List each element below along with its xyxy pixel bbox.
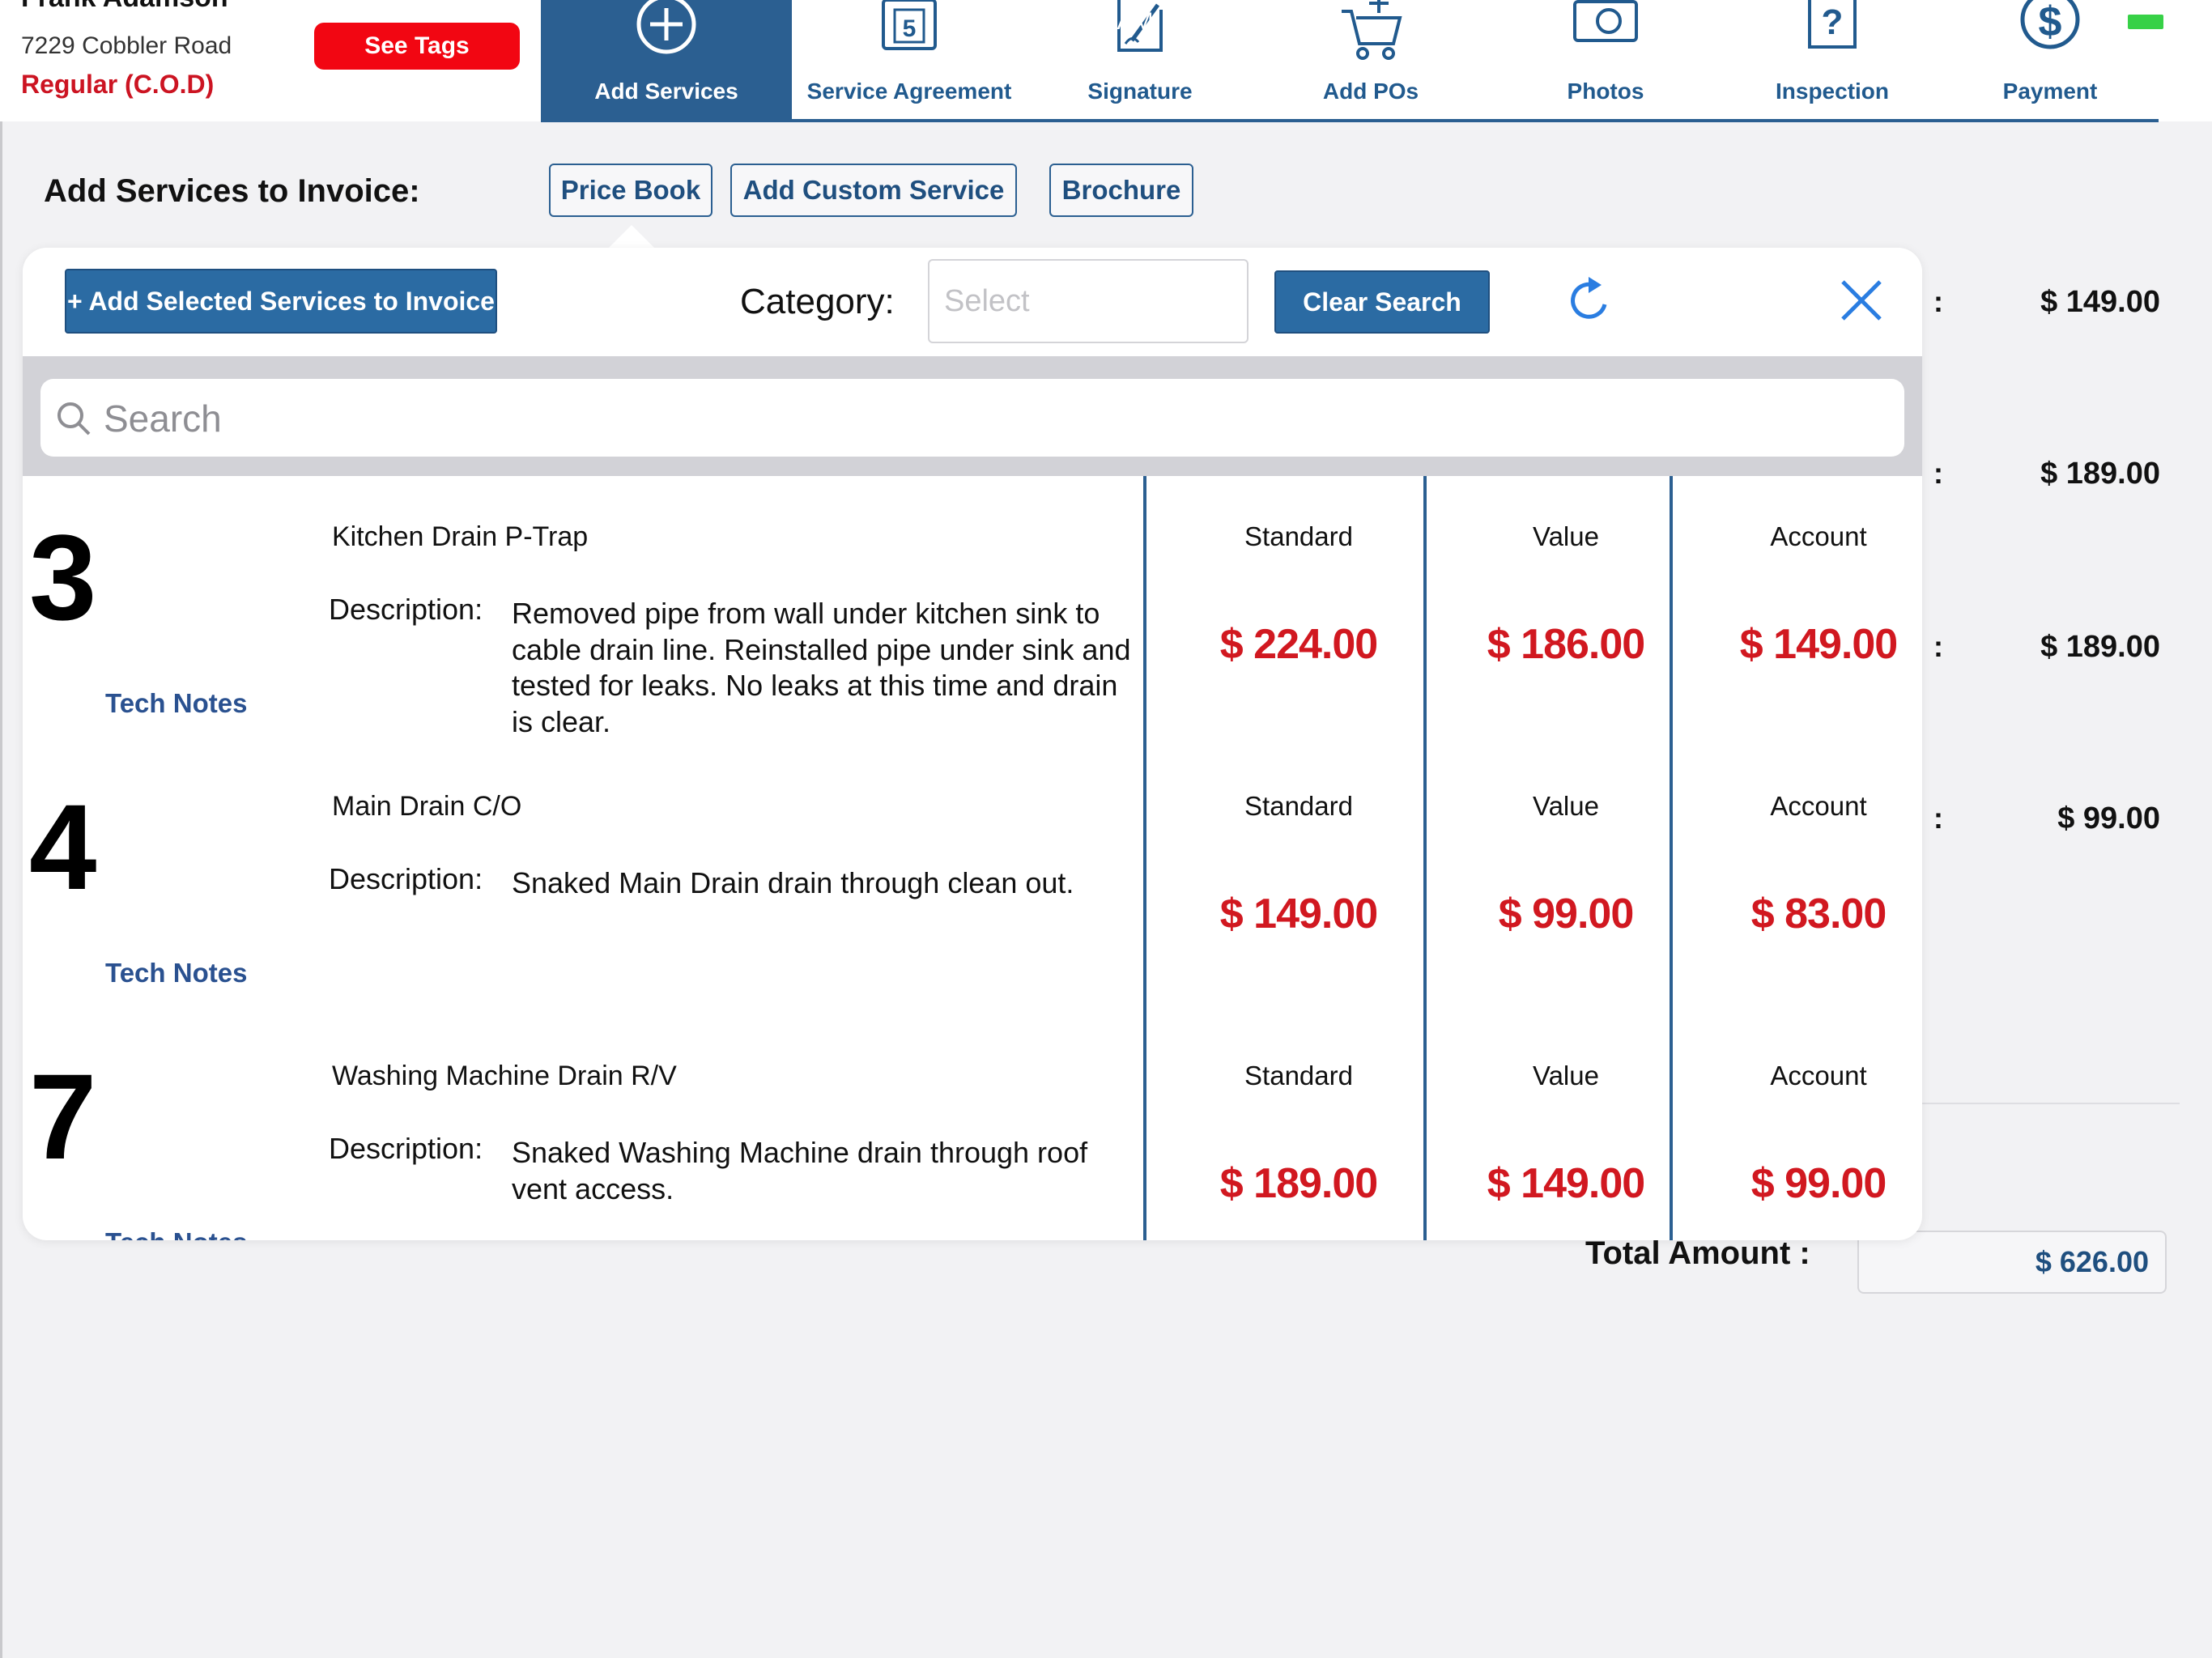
category-label: Category: <box>740 282 895 321</box>
tab-add-services[interactable]: Add Services <box>541 0 792 121</box>
close-icon[interactable] <box>1838 277 1885 324</box>
camera-icon <box>1573 0 1638 42</box>
value-tier-label: Value <box>1533 521 1599 551</box>
standard-tier-label: Standard <box>1244 791 1353 821</box>
account-tier-label: Account <box>1770 1061 1867 1090</box>
invoice-line-separator: : <box>1933 457 1943 490</box>
search-icon <box>57 402 91 436</box>
service-row[interactable]: 7 Tech Notes Washing Machine Drain R/V D… <box>23 1015 1922 1240</box>
value-tier-label: Value <box>1533 1061 1599 1090</box>
tab-label: Service Agreement <box>806 79 1012 104</box>
plus-circle-icon <box>636 0 696 54</box>
tech-notes-link[interactable]: Tech Notes <box>105 958 247 988</box>
tab-label: Inspection <box>1775 79 1889 104</box>
brochure-button[interactable]: Brochure <box>1049 164 1193 217</box>
svg-text:5: 5 <box>903 15 917 42</box>
customer-payment-terms: Regular (C.O.D) <box>21 70 215 99</box>
tech-notes-link[interactable]: Tech Notes <box>105 1227 247 1240</box>
description-label: Description: <box>329 1132 483 1165</box>
service-number: 3 <box>29 509 97 645</box>
popover-arrow <box>609 225 654 248</box>
search-box <box>40 379 1904 457</box>
account-price[interactable]: $ 99.00 <box>1697 1159 1922 1208</box>
invoice-line-separator: : <box>1933 630 1943 663</box>
cart-plus-icon <box>1342 0 1402 60</box>
clear-search-button[interactable]: Clear Search <box>1274 270 1490 334</box>
account-price[interactable]: $ 149.00 <box>1697 620 1922 669</box>
question-document-icon: ? <box>1808 0 1857 49</box>
search-bar-container <box>23 356 1922 476</box>
popover-toolbar: + Add Selected Services to Invoice Categ… <box>23 248 1922 356</box>
tab-label: Photos <box>1567 79 1644 104</box>
page-title: Add Services to Invoice: <box>44 173 420 209</box>
tab-inspection[interactable]: ? Inspection <box>1723 0 1942 121</box>
service-description: Snaked Washing Machine drain through roo… <box>512 1136 1088 1205</box>
invoice-line-price: $ 189.00 <box>2040 457 2160 491</box>
tab-add-pos[interactable]: Add POs <box>1253 0 1488 121</box>
price-book-button[interactable]: Price Book <box>549 164 713 217</box>
tech-notes-link[interactable]: Tech Notes <box>105 688 247 719</box>
account-tier-label: Account <box>1770 521 1867 551</box>
add-custom-service-button[interactable]: Add Custom Service <box>730 164 1017 217</box>
account-tier-label: Account <box>1770 791 1867 821</box>
svg-text:$: $ <box>2039 0 2062 45</box>
search-input[interactable] <box>102 387 1887 450</box>
description-label: Description: <box>329 593 483 626</box>
service-name: Kitchen Drain P-Trap <box>332 521 589 552</box>
account-price[interactable]: $ 83.00 <box>1697 890 1922 938</box>
service-name: Main Drain C/O <box>332 791 522 822</box>
agreement-document-icon: 5 <box>882 0 937 50</box>
dollar-circle-icon: $ <box>2020 0 2080 49</box>
category-select[interactable] <box>928 259 1249 343</box>
see-tags-button[interactable]: See Tags <box>314 23 520 70</box>
standard-price[interactable]: $ 189.00 <box>1177 1159 1420 1208</box>
value-tier-label: Value <box>1533 791 1599 821</box>
tab-service-agreement[interactable]: 5 Service Agreement <box>792 0 1027 121</box>
standard-tier-label: Standard <box>1244 1061 1353 1090</box>
customer-address: 7229 Cobbler Road <box>21 32 232 59</box>
standard-price[interactable]: $ 149.00 <box>1177 890 1420 938</box>
service-row[interactable]: 3 Tech Notes Kitchen Drain P-Trap Descri… <box>23 476 1922 746</box>
value-price[interactable]: $ 99.00 <box>1444 890 1687 938</box>
tab-label: Add Services <box>594 79 738 104</box>
tab-label: Signature <box>1087 79 1193 104</box>
description-label: Description: <box>329 862 483 895</box>
tab-bar-underline <box>541 119 2159 122</box>
tab-label: Payment <box>2002 79 2098 104</box>
invoice-line-separator: : <box>1933 801 1943 835</box>
tab-photos[interactable]: Photos <box>1488 0 1723 121</box>
svg-text:?: ? <box>1822 2 1844 42</box>
workflow-tab-bar: Add Services 5 Service Agreement Signatu… <box>541 0 2159 121</box>
total-amount-label: Total Amount : <box>1585 1235 1810 1271</box>
service-name: Washing Machine Drain R/V <box>332 1061 677 1091</box>
refresh-icon[interactable] <box>1561 272 1618 329</box>
value-price[interactable]: $ 149.00 <box>1444 1159 1687 1208</box>
service-description: Removed pipe from wall under kitchen sin… <box>512 597 1131 738</box>
service-row[interactable]: 4 Tech Notes Main Drain C/O Description:… <box>23 746 1922 1015</box>
tab-payment[interactable]: $ Payment <box>1942 0 2159 121</box>
tab-label: Add POs <box>1322 79 1419 104</box>
service-number: 4 <box>29 779 97 915</box>
standard-tier-label: Standard <box>1244 521 1353 551</box>
standard-price[interactable]: $ 224.00 <box>1177 620 1420 669</box>
left-edge-divider <box>0 121 2 1658</box>
invoice-line-price: $ 99.00 <box>2057 801 2160 835</box>
invoice-line-price: $ 189.00 <box>2040 630 2160 664</box>
status-carrier: Verizon <box>21 8 91 32</box>
price-book-popover: + Add Selected Services to Invoice Categ… <box>23 248 1922 1240</box>
service-number: 7 <box>29 1048 97 1184</box>
invoice-divider <box>1921 1103 2180 1104</box>
service-description: Snaked Main Drain drain through clean ou… <box>512 866 1074 899</box>
invoice-line-price: $ 149.00 <box>2040 285 2160 319</box>
status-time: 11:13 AM <box>1053 8 1154 35</box>
service-list: 3 Tech Notes Kitchen Drain P-Trap Descri… <box>23 476 1922 1240</box>
invoice-line-separator: : <box>1933 285 1943 318</box>
battery-icon <box>2128 15 2163 29</box>
value-price[interactable]: $ 186.00 <box>1444 620 1687 669</box>
add-selected-services-button[interactable]: + Add Selected Services to Invoice <box>65 269 497 334</box>
